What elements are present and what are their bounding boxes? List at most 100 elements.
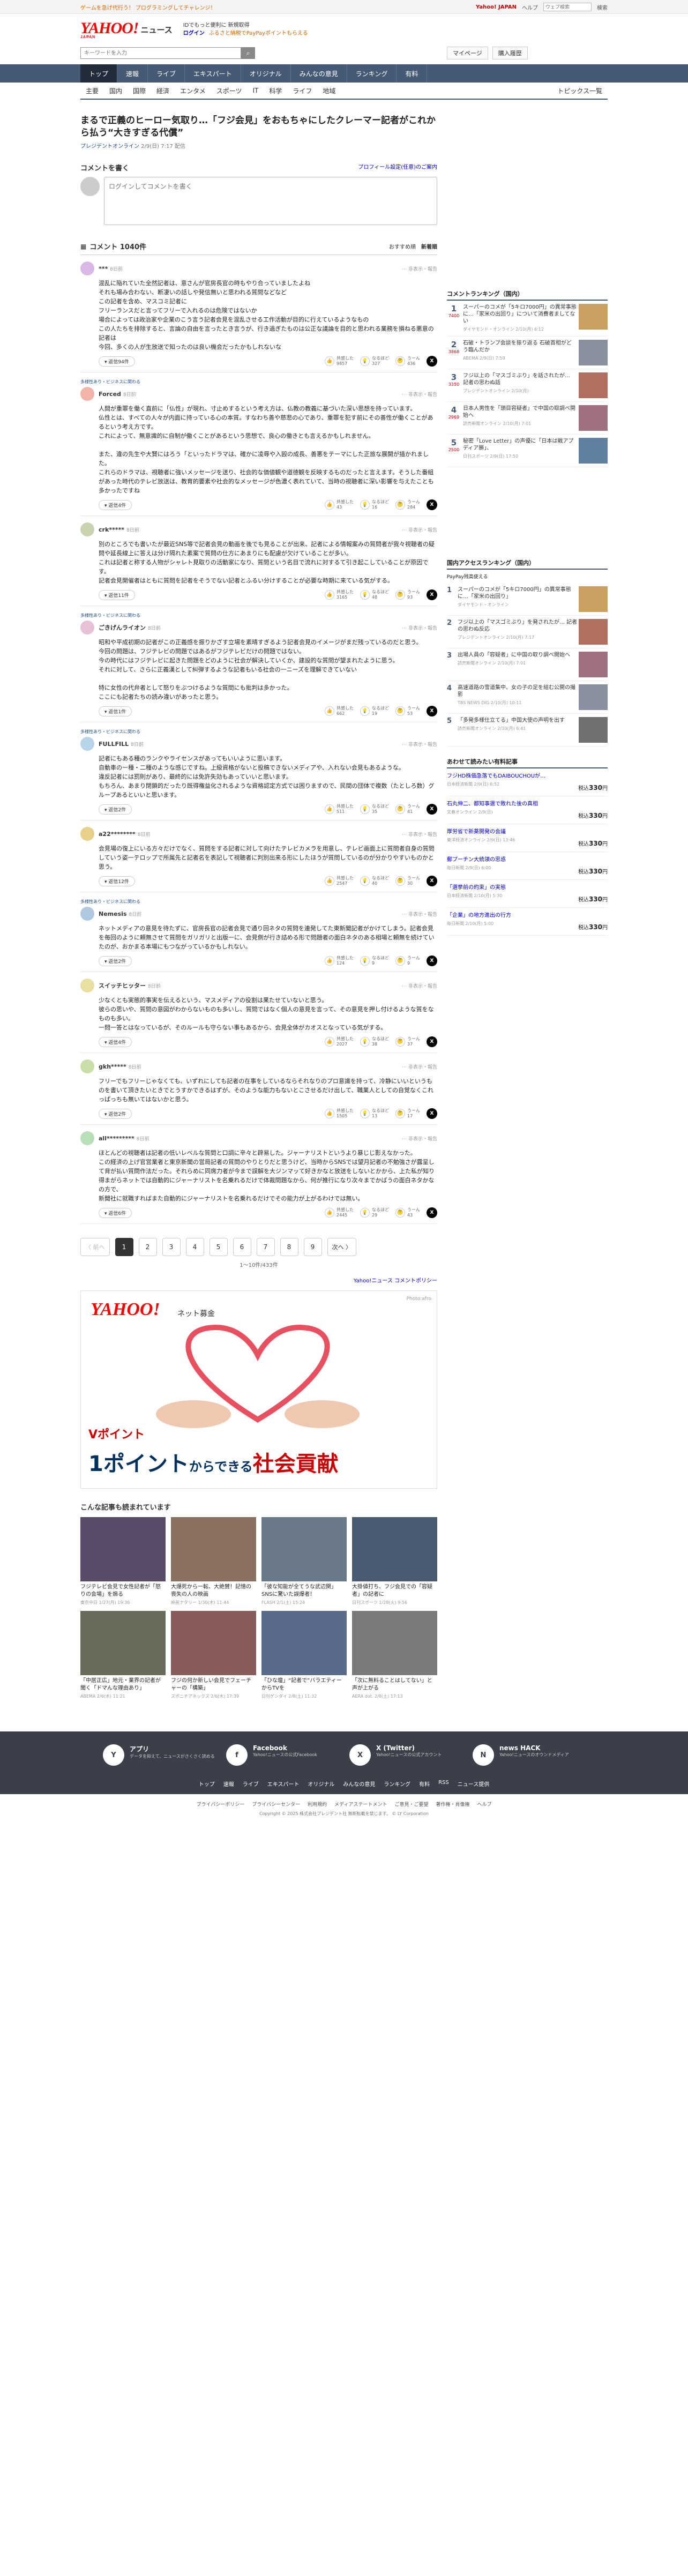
commenter-name[interactable]: FULLFILL — [99, 741, 129, 748]
footer-nav-link[interactable]: ライブ — [243, 1780, 259, 1788]
policy-link[interactable]: 著作権・肖像権 — [436, 1801, 470, 1808]
x-share-icon[interactable]: X — [427, 356, 437, 367]
commenter-name[interactable]: gkh***** — [99, 1063, 126, 1070]
footer-nav-link[interactable]: エキスパート — [267, 1780, 300, 1788]
understand-button[interactable]: 💡 なるほど 40 — [360, 876, 389, 886]
understand-button[interactable]: 💡 なるほど 29 — [360, 1207, 389, 1218]
footer-nav-link[interactable]: ニュース提供 — [458, 1780, 490, 1788]
page-8[interactable]: 8 — [280, 1238, 298, 1256]
report-link[interactable]: ⋯ 非表示・報告 — [402, 624, 437, 631]
paid-article-item[interactable]: フジHD株価急落でもDAIBOUCHOUが… 日本経済新聞 2/9(日) 6:52… — [447, 768, 608, 796]
report-link[interactable]: ⋯ 非表示・報告 — [402, 1063, 437, 1070]
recommend-card[interactable]: フジの何か新しい会見でフェーチャーの「構築」 スポニチアネックス 2/6(木) … — [171, 1611, 256, 1699]
understand-button[interactable]: 💡 なるほど 19 — [360, 706, 389, 716]
paypay-link[interactable]: ふるさと納税でPayPayポイントもらえる — [209, 31, 308, 36]
mypage-button[interactable]: マイページ — [447, 47, 488, 59]
profile-link[interactable]: プロフィール設定(任意)のご案内 — [358, 162, 437, 173]
nav-original[interactable]: オリジナル — [241, 64, 291, 83]
footer-nav-link[interactable]: ランキング — [384, 1780, 410, 1788]
x-share-icon[interactable]: X — [427, 706, 437, 716]
hmm-button[interactable]: 🤔 うーん 436 — [395, 356, 420, 367]
subnav-domestic[interactable]: 国内 — [104, 86, 128, 95]
report-link[interactable]: ⋯ 非表示・報告 — [402, 831, 437, 838]
ranking-item[interactable]: 3 3350 フジ以上の「マスゴミぶり」を話されたが… 記者の思わぬ話 プレジデント… — [447, 369, 608, 402]
empathy-button[interactable]: 👍 共感した 9857 — [325, 356, 354, 367]
x-share-icon[interactable]: X — [427, 876, 437, 886]
report-link[interactable]: ⋯ 非表示・報告 — [402, 982, 437, 989]
reply-button[interactable]: ▾ 返信4件 — [99, 499, 132, 510]
x-share-icon[interactable]: X — [427, 1108, 437, 1119]
comment-input[interactable] — [104, 177, 437, 225]
ranking-item[interactable]: 5 2500 秘密「Love Letter」の声優に「日本は戦アプディア勝」、 日刊… — [447, 435, 608, 467]
hmm-button[interactable]: 🤔 うーん 9 — [395, 955, 420, 966]
access-item[interactable]: 4 高速道路の雪道集中、女の子の足を組む公開の撮影 TBS NEWS DIG 2/… — [447, 681, 608, 714]
reply-button[interactable]: ▾ 返信6件 — [99, 1207, 132, 1218]
topics-list-link[interactable]: トピックス一覧 — [552, 86, 608, 95]
commenter-name[interactable]: a22******** — [99, 831, 136, 838]
report-link[interactable]: ⋯ 非表示・報告 — [402, 526, 437, 533]
policy-link[interactable]: ご意見・ご要望 — [395, 1801, 429, 1808]
report-link[interactable]: ⋯ 非表示・報告 — [402, 1135, 437, 1142]
empathy-button[interactable]: 👍 共感した 511 — [325, 804, 354, 815]
x-share-icon[interactable]: X — [427, 1036, 437, 1047]
understand-button[interactable]: 💡 なるほど 327 — [360, 356, 389, 367]
reply-button[interactable]: ▾ 返信4件 — [99, 1036, 132, 1047]
policy-link[interactable]: メディアステートメント — [334, 1801, 387, 1808]
footer-nav-link[interactable]: トップ — [199, 1780, 215, 1788]
page-7[interactable]: 7 — [256, 1238, 275, 1256]
yahoo-logo[interactable]: YAHOO! JAPAN — [80, 20, 139, 39]
subnav-world[interactable]: 国際 — [128, 86, 151, 95]
search-icon[interactable]: ⌕ — [241, 47, 255, 59]
commenter-name[interactable]: スイッチヒッター — [99, 981, 146, 990]
report-link[interactable]: ⋯ 非表示・報告 — [402, 391, 437, 398]
recommend-card[interactable]: 大爆死から一転、大絶賛！記憶の喪失の人の映画 映画ナタリー 1/30(木) 11… — [171, 1517, 256, 1606]
nav-ranking[interactable]: ランキング — [347, 64, 397, 83]
login-link[interactable]: ログイン — [183, 31, 205, 36]
reply-button[interactable]: ▾ 返信2件 — [99, 804, 132, 815]
commenter-name[interactable]: all********* — [99, 1135, 134, 1142]
understand-button[interactable]: 💡 なるほど 16 — [360, 499, 389, 510]
empathy-button[interactable]: 👍 共感した 662 — [325, 706, 354, 716]
paid-article-item[interactable]: 石丸伸二、都知事選で敗れた後の真相 文春オンライン 2/9(日) 税込 330 円 — [447, 796, 608, 824]
page-1[interactable]: 1 — [115, 1238, 133, 1256]
news-search-input[interactable] — [80, 47, 241, 59]
recommend-card[interactable]: 「ひな壇」“記者で”バラエティーからTVを 日刊ゲンダイ 2/8(土) 11:3… — [261, 1611, 347, 1699]
hmm-button[interactable]: 🤔 うーん 53 — [395, 706, 420, 716]
ranking-item[interactable]: 1 7400 スーパーのコメが「5キロ7000円」の異常事態に…「家米の出回り」に… — [447, 301, 608, 337]
access-item[interactable]: 5 「多発多様仕立てる」中国大使の声明を出す 読売新聞オンライン 2/10(月) … — [447, 714, 608, 746]
policy-link[interactable]: 利用規約 — [308, 1801, 327, 1808]
paid-article-item[interactable]: 「選挙前の約束」の実態 日本経済新聞 2/10(月) 5:30 税込 330 円 — [447, 880, 608, 908]
page-3[interactable]: 3 — [162, 1238, 181, 1256]
reply-button[interactable]: ▾ 返信2件 — [99, 1108, 132, 1119]
understand-button[interactable]: 💡 なるほど 35 — [360, 804, 389, 815]
access-item[interactable]: 2 フジ以上の「マスゴミぶり」を発されたが… 記者の思わぬ反応 プレジデントオンラ… — [447, 616, 608, 648]
page-4[interactable]: 4 — [185, 1238, 204, 1256]
promo-link[interactable]: ゲームを急げ代行う！ プログラミングしてチャレンジ！ — [80, 3, 476, 11]
footer-app[interactable]: Y アプリ データを抑えて、ニュースがさくさく読める — [103, 1744, 215, 1766]
web-search-button[interactable]: 検索 — [597, 3, 608, 11]
footer-app[interactable]: f Facebook Yahoo!ニュースの公式Facebook — [226, 1744, 339, 1766]
hmm-button[interactable]: 🤔 うーん 43 — [395, 1207, 420, 1218]
understand-button[interactable]: 💡 なるほど 9 — [360, 955, 389, 966]
subnav-main[interactable]: 主要 — [80, 86, 104, 95]
hmm-button[interactable]: 🤔 うーん 37 — [395, 1036, 420, 1047]
paid-article-item[interactable]: 厚労省で新薬開発の会議 東洋経済オンライン 2/9(日) 13:46 税込 330 円 — [447, 824, 608, 852]
nav-breaking[interactable]: 速報 — [117, 64, 148, 83]
page-9[interactable]: 9 — [303, 1238, 322, 1256]
sort-newest[interactable]: 新着順 — [421, 242, 437, 250]
nav-paid[interactable]: 有料 — [397, 64, 428, 83]
footer-nav-link[interactable]: 速報 — [223, 1780, 234, 1788]
reply-button[interactable]: ▾ 返信12件 — [99, 876, 135, 886]
footer-app[interactable]: X X (Twitter) Yahoo!ニュースの公式アカウント — [349, 1744, 462, 1766]
recommend-card[interactable]: 大掛値打ち、フジ会見での「容疑者」の記者に 日刊スポーツ 1/28(火) 9:5… — [352, 1517, 437, 1606]
subnav-it[interactable]: IT — [247, 87, 264, 94]
article-title[interactable]: まるで正義のヒーロー気取り…「フジ会見」をおもちゃにしたクレーマー記者がこれから… — [80, 104, 437, 139]
report-link[interactable]: ⋯ 非表示・報告 — [402, 265, 437, 272]
subnav-economy[interactable]: 経済 — [151, 86, 175, 95]
subnav-life[interactable]: ライフ — [287, 86, 317, 95]
commenter-name[interactable]: Nemesis — [99, 910, 126, 917]
reply-button[interactable]: ▾ 返信11件 — [99, 589, 135, 600]
x-share-icon[interactable]: X — [427, 955, 437, 966]
hmm-button[interactable]: 🤔 うーん 41 — [395, 804, 420, 815]
understand-button[interactable]: 💡 なるほど 38 — [360, 1036, 389, 1047]
